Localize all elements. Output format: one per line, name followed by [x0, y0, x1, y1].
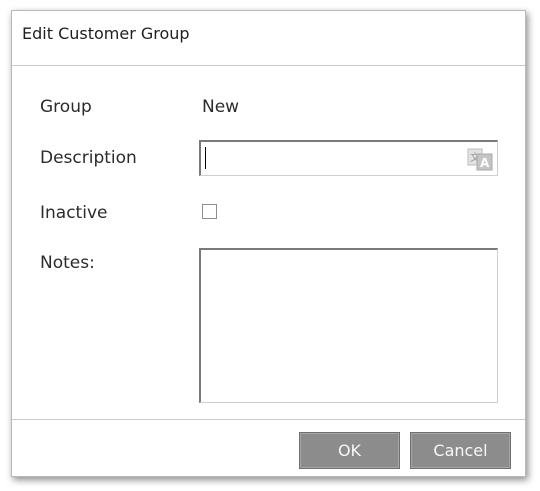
ok-button[interactable]: OK — [299, 432, 400, 469]
inactive-checkbox[interactable] — [202, 204, 217, 219]
group-value: New — [202, 97, 240, 117]
dialog-title: Edit Customer Group — [22, 24, 190, 43]
edit-customer-group-dialog: Edit Customer Group Group New Descriptio… — [11, 10, 526, 477]
description-label: Description — [40, 148, 137, 168]
notes-textarea[interactable] — [199, 248, 498, 403]
translate-icon[interactable]: 文 A — [465, 146, 495, 172]
dialog-footer: OK Cancel — [12, 419, 525, 476]
title-bar: Edit Customer Group — [12, 11, 525, 66]
cancel-button[interactable]: Cancel — [410, 432, 511, 469]
group-label: Group — [40, 97, 92, 117]
text-caret — [205, 147, 206, 169]
inactive-label: Inactive — [40, 203, 108, 223]
description-input[interactable]: 文 A — [199, 140, 498, 176]
svg-text:A: A — [480, 156, 490, 170]
notes-label: Notes: — [40, 253, 95, 273]
